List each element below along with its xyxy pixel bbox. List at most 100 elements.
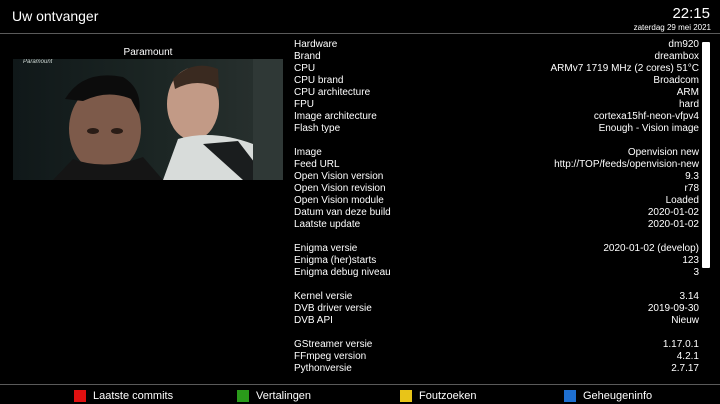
info-row-label: Image architecture [294,111,377,122]
info-row-label: DVB API [294,315,333,326]
info-row-value: ARM [676,87,699,98]
info-row-label: Enigma versie [294,243,358,254]
page-title: Uw ontvanger [12,8,99,24]
info-row-label: Enigma (her)starts [294,255,377,266]
row-spacer [294,231,699,243]
red-button-label: Laatste commits [93,390,174,402]
info-list: Hardware dm920 Brand dreambox CPU ARMv7 1719 … [294,39,699,375]
date-label: zaterdag 29 mei 2021 [633,23,711,32]
info-row-value: Enough - Vision image [598,123,699,134]
info-row-value: cortexa15hf-neon-vfpv4 [593,111,699,122]
info-row: Open Vision version 9.3 [294,171,699,183]
receiver-info-screen: Uw ontvanger 22:15 zaterdag 29 mei 2021 … [0,0,720,404]
preview-picture [13,59,283,180]
info-row-value: Openvision new [627,147,699,158]
info-row-value: 123 [682,255,699,266]
info-row-label: GStreamer versie [294,339,373,350]
blue-key-icon [564,390,576,402]
footer-bar: Laatste commits Vertalingen Foutzoeken G… [0,384,720,404]
info-row-label: DVB driver versie [294,303,372,314]
info-row: CPU ARMv7 1719 MHz (2 cores) 51°C [294,63,699,75]
info-row-label: CPU architecture [294,87,371,98]
info-row-value: 4.2.1 [676,351,699,362]
row-spacer [294,279,699,291]
info-row: Image Openvision new [294,147,699,159]
info-row-label: Pythonversie [294,363,352,374]
info-row-value: 2020-01-02 [647,219,699,230]
info-row-label: Open Vision revision [294,183,386,194]
info-row-label: Feed URL [294,159,340,170]
info-row: Enigma debug niveau 3 [294,267,699,279]
info-row: CPU architecture ARM [294,87,699,99]
info-row: FPU hard [294,99,699,111]
info-row-label: Open Vision module [294,195,384,206]
scrollbar[interactable] [702,42,710,268]
info-row-value: dm920 [668,39,699,50]
info-row-value: 2019-09-30 [647,303,699,314]
info-row-value: Broadcom [653,75,699,86]
info-row: Hardware dm920 [294,39,699,51]
row-spacer [294,327,699,339]
info-row-label: Brand [294,51,321,62]
yellow-key-icon [400,390,412,402]
info-row-value: hard [678,99,699,110]
info-row-label: FFmpeg version [294,351,367,362]
info-row-label: CPU brand [294,75,344,86]
info-row: Enigma (her)starts 123 [294,255,699,267]
info-row-label: Kernel versie [294,291,353,302]
blue-button-label: Geheugeninfo [583,390,653,402]
tv-preview: Paramount [13,59,283,180]
red-button[interactable]: Laatste commits [74,389,173,403]
info-row: Image architecture cortexa15hf-neon-vfpv4 [294,111,699,123]
channel-name: Paramount [123,47,173,58]
red-key-icon [74,390,86,402]
info-row-value: ARMv7 1719 MHz (2 cores) 51°C [550,63,700,74]
info-row: DVB API Nieuw [294,315,699,327]
info-row-value: 2020-01-02 [647,207,699,218]
row-spacer [294,135,699,147]
info-row-label: Laatste update [294,219,361,230]
info-row-value: r78 [684,183,699,194]
info-row-label: Hardware [294,39,338,50]
info-row: Pythonversie 2.7.17 [294,363,699,375]
info-row-value: Loaded [665,195,699,206]
info-row-value: 2.7.17 [671,363,699,374]
info-row-value: 1.17.0.1 [662,339,699,350]
yellow-button-label: Foutzoeken [419,390,477,402]
info-row-value: 2020-01-02 (develop) [603,243,699,254]
info-row: Open Vision revision r78 [294,183,699,195]
info-row-value: 9.3 [685,171,699,182]
info-row: Laatste update 2020-01-02 [294,219,699,231]
info-row-label: Image [294,147,322,158]
info-row-label: Enigma debug niveau [294,267,391,278]
info-row: Feed URL http://TOP/feeds/openvision-new [294,159,699,171]
green-key-icon [237,390,249,402]
info-row-value: dreambox [654,51,699,62]
clock: 22:15 [672,5,710,22]
info-row: Brand dreambox [294,51,699,63]
info-row-value: Nieuw [671,315,699,326]
info-row: CPU brand Broadcom [294,75,699,87]
info-row-label: CPU [294,63,316,74]
info-row: DVB driver versie 2019-09-30 [294,303,699,315]
info-row-label: FPU [294,99,314,110]
green-button[interactable]: Vertalingen [237,389,311,403]
info-row-value: http://TOP/feeds/openvision-new [554,159,699,170]
info-row: Enigma versie 2020-01-02 (develop) [294,243,699,255]
info-row: Open Vision module Loaded [294,195,699,207]
header-bar: Uw ontvanger 22:15 zaterdag 29 mei 2021 [0,0,720,34]
info-row-value: 3 [693,267,699,278]
info-row: FFmpeg version 4.2.1 [294,351,699,363]
channel-logo-watermark: Paramount [23,59,53,65]
info-row: Flash type Enough - Vision image [294,123,699,135]
info-row-label: Flash type [294,123,341,134]
info-row: Datum van deze build 2020-01-02 [294,207,699,219]
info-row-label: Open Vision version [294,171,384,182]
info-row: Kernel versie 3.14 [294,291,699,303]
info-row-label: Datum van deze build [294,207,391,218]
info-row-value: 3.14 [679,291,699,302]
green-button-label: Vertalingen [256,390,312,402]
yellow-button[interactable]: Foutzoeken [400,389,476,403]
info-row: GStreamer versie 1.17.0.1 [294,339,699,351]
blue-button[interactable]: Geheugeninfo [564,389,652,403]
